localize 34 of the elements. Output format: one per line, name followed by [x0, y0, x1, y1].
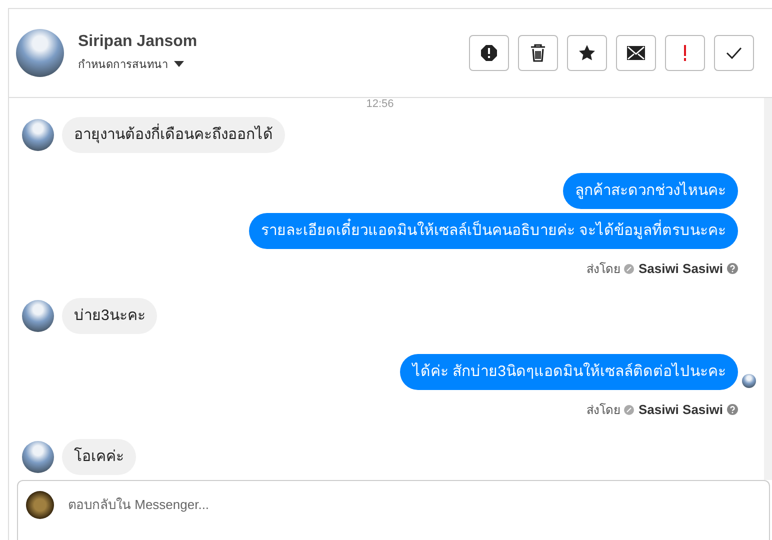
- outgoing-message: รายละเอียดเดี๋ยวแอดมินให้เซลล์เป็นคนอธิบายค่ะ จะได้ข้อมูลที่ตรบนะคะ: [248, 213, 738, 249]
- incoming-message: อายุงานต้องกี่เดือนคะถึงออกได้: [62, 117, 285, 153]
- conversation-menu[interactable]: กำหนดการสนทนา: [78, 55, 184, 73]
- star-button[interactable]: [567, 35, 607, 71]
- checkmark-icon: [726, 47, 742, 59]
- delete-button[interactable]: [518, 35, 558, 71]
- sent-by-label: ส่งโดย: [586, 402, 620, 419]
- report-button[interactable]: [469, 35, 509, 71]
- outgoing-message: ลูกค้าสะดวกช่วงไหนคะ: [563, 173, 738, 209]
- verified-icon: [624, 264, 634, 274]
- mark-unread-button[interactable]: [616, 35, 656, 71]
- contact-avatar: [22, 119, 54, 151]
- contact-avatar: [16, 29, 64, 77]
- contact-avatar: [22, 300, 54, 332]
- help-icon[interactable]: [727, 263, 738, 274]
- help-icon[interactable]: [727, 404, 738, 415]
- incoming-message: บ่าย3นะคะ: [62, 298, 158, 334]
- done-button[interactable]: [714, 35, 754, 71]
- contact-name: Siripan Jansom: [78, 33, 198, 51]
- contact-avatar: [22, 441, 54, 473]
- star-icon: [578, 44, 596, 62]
- sent-by-label: ส่งโดย: [586, 261, 620, 278]
- sender-name: Sasiwi Sasiwi: [638, 261, 723, 276]
- caret-icon: [174, 61, 184, 67]
- verified-icon: [624, 404, 634, 414]
- envelope-icon: [627, 46, 645, 60]
- sender-name: Sasiwi Sasiwi: [638, 402, 723, 417]
- exclamation-icon: [683, 45, 687, 61]
- trash-icon: [530, 44, 546, 62]
- timestamp: 12:56: [366, 98, 394, 111]
- alert-icon: [480, 44, 498, 62]
- page-avatar: [26, 490, 54, 518]
- reply-box[interactable]: ตอบกลับใน Messenger...: [17, 480, 770, 540]
- incoming-message: โอเคค่ะ: [62, 439, 136, 475]
